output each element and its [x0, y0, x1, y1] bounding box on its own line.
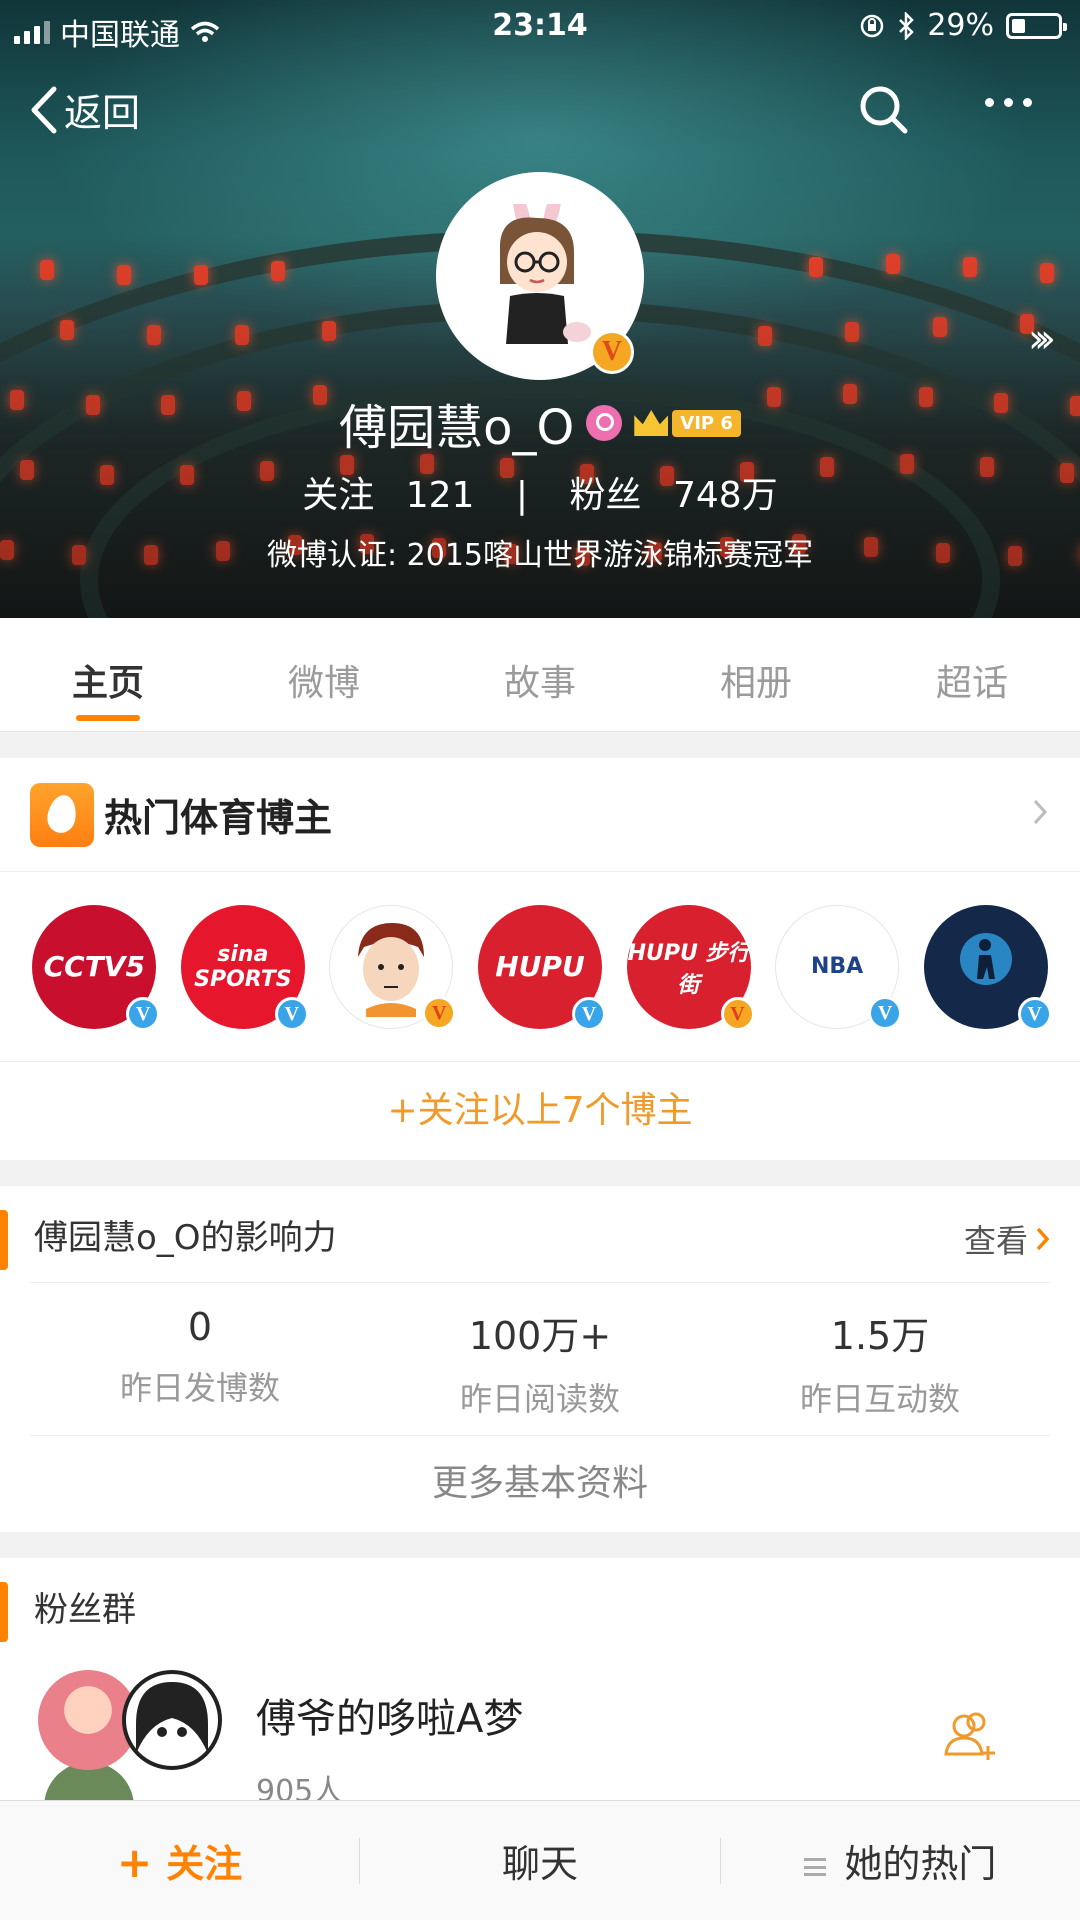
verified-gold-badge: V — [422, 995, 457, 1030]
nav-bar: 返回 — [0, 70, 1080, 150]
plus-icon: + — [117, 1838, 153, 1887]
certification-text: 微博认证: 2015喀山世界游泳锦标赛冠军 — [267, 538, 813, 573]
chevron-right-icon — [1033, 799, 1048, 825]
influence-stats: 0 昨日发博数 100万+ 昨日阅读数 1.5万 昨日互动数 — [30, 1282, 1050, 1436]
stat-label: 昨日阅读数 — [459, 1380, 620, 1418]
verified-blue-badge: V — [274, 996, 309, 1031]
vip-level: VIP 6 — [672, 409, 741, 437]
stat-label: 昨日发博数 — [119, 1369, 280, 1407]
her-hot-button[interactable]: 她的热门 — [721, 1833, 1080, 1888]
blogger-avatar[interactable]: NBA V — [775, 904, 903, 1030]
tab-super-topic[interactable]: 超话 — [864, 618, 1080, 731]
chevron-right-icon — [1036, 1227, 1050, 1251]
blogger-logo-text: HUPU 步行街 — [627, 940, 750, 998]
fans-group-row[interactable]: 傅爷的哆啦A梦 905人 — [0, 1670, 1080, 1852]
status-bar: 中国联通 23:14 29% — [0, 0, 1080, 56]
blogger-avatars: CCTV5 Vsina SPORTS V V HUPU V HUPU 步行街 V NBA V V — [0, 872, 1080, 1062]
profile-tabs: 主页 微博 故事 相册 超话 — [0, 618, 1080, 732]
group-name: 傅爷的哆啦A梦 — [256, 1696, 524, 1742]
verified-blue-badge: V — [126, 996, 161, 1031]
blogger-avatar[interactable]: CCTV5 V — [32, 904, 161, 1031]
search-icon[interactable] — [858, 84, 910, 136]
hot-bloggers-card: 热门体育博主 CCTV5 Vsina SPORTS V V HUPU V HUPU 步行街 V… — [0, 758, 1080, 1160]
rotation-lock-icon — [861, 14, 884, 37]
following-link[interactable]: 关注 121 — [292, 475, 484, 516]
stat-value: 1.5万 — [830, 1314, 930, 1358]
fans-link[interactable]: 粉丝 748万 — [560, 475, 788, 516]
more-info-button[interactable]: 更多基本资料 — [0, 1436, 1080, 1532]
follow-all-button[interactable]: +关注以上7个博主 — [0, 1062, 1080, 1160]
view-label: 查看 — [963, 1222, 1028, 1260]
stat-posts-yesterday: 0 昨日发博数 — [30, 1283, 370, 1435]
hero-more-arrows-icon[interactable]: ››› — [1028, 316, 1056, 362]
vip-badge[interactable]: VIP 6 — [634, 409, 741, 437]
bluetooth-icon — [899, 11, 915, 40]
female-icon — [586, 405, 623, 441]
join-group-icon[interactable] — [942, 1710, 998, 1762]
follow-stats: 关注 121 | 粉丝 748万 — [0, 466, 1080, 518]
follow-button[interactable]: + 关注 — [0, 1833, 359, 1888]
stat-value: 100万+ — [468, 1314, 612, 1358]
following-count: 121 — [405, 475, 475, 516]
battery-percent: 29% — [927, 8, 994, 43]
stat-value: 0 — [187, 1305, 213, 1349]
tab-home[interactable]: 主页 — [0, 618, 216, 731]
tab-albums[interactable]: 相册 — [648, 618, 864, 731]
blogger-avatar[interactable]: sina SPORTS V — [180, 904, 309, 1031]
blogger-avatar[interactable]: V — [923, 904, 1052, 1031]
chevron-left-icon — [31, 86, 57, 133]
profile-name: 傅园慧o_O — [339, 400, 575, 456]
blogger-avatar[interactable]: HUPU 步行街 V — [626, 904, 755, 1031]
tab-weibo[interactable]: 微博 — [216, 618, 432, 731]
verified-gold-badge: V — [590, 330, 634, 374]
profile-header: 中国联通 23:14 29% 返回 V ››› 傅园慧o_O VIP 6 关注 … — [0, 0, 1080, 618]
menu-icon — [804, 1857, 827, 1876]
following-label: 关注 — [302, 475, 375, 516]
follow-label: 关注 — [166, 1842, 243, 1886]
influence-title: 傅园慧o_O的影响力 — [34, 1217, 337, 1258]
blogger-logo-text: HUPU — [495, 950, 585, 983]
blogger-logo-text: sina SPORTS — [194, 941, 292, 992]
back-label: 返回 — [64, 91, 141, 135]
stat-label: 昨日互动数 — [799, 1380, 960, 1418]
profile-name-row: 傅园慧o_O VIP 6 — [0, 388, 1080, 458]
back-button[interactable]: 返回 — [28, 82, 140, 137]
blogger-avatar[interactable]: HUPU V — [477, 904, 606, 1031]
chat-button[interactable]: 聊天 — [360, 1833, 719, 1888]
bottom-action-bar: + 关注 聊天 她的热门 — [0, 1800, 1080, 1920]
stat-reads-yesterday: 100万+ 昨日阅读数 — [370, 1283, 710, 1435]
blogger-logo-text: CCTV5 — [43, 950, 145, 983]
fire-icon — [30, 782, 94, 847]
verified-gold-badge: V — [720, 996, 755, 1031]
hot-bloggers-title: 热门体育博主 — [104, 796, 333, 840]
more-options-icon[interactable] — [985, 98, 1032, 107]
group-avatar — [122, 1670, 222, 1770]
crown-icon — [634, 410, 669, 436]
avatar-illustration — [500, 204, 591, 344]
fans-label: 粉丝 — [569, 475, 642, 516]
influence-header: 傅园慧o_O的影响力 查看 — [0, 1186, 1080, 1282]
blogger-avatar[interactable]: V — [329, 904, 457, 1030]
verified-blue-badge: V — [571, 996, 606, 1031]
view-influence-link[interactable]: 查看 — [964, 1216, 1050, 1262]
stat-interactions-yesterday: 1.5万 昨日互动数 — [710, 1283, 1050, 1435]
influence-card: 傅园慧o_O的影响力 查看 0 昨日发博数 100万+ 昨日阅读数 1.5万 昨… — [0, 1186, 1080, 1532]
fans-group-header: 粉丝群 — [0, 1558, 1080, 1654]
blogger-logo-text: NBA — [810, 954, 864, 979]
basketball-player-icon — [959, 932, 1012, 985]
cartoon-face-icon — [358, 922, 425, 1017]
tab-stories[interactable]: 故事 — [432, 618, 648, 731]
fans-count: 748万 — [672, 475, 778, 516]
stats-separator: | — [515, 475, 529, 516]
her-hot-label: 她的热门 — [844, 1842, 997, 1886]
chat-label: 聊天 — [501, 1842, 578, 1886]
fans-group-title: 粉丝群 — [34, 1589, 136, 1630]
hot-bloggers-header[interactable]: 热门体育博主 — [0, 758, 1080, 872]
battery-icon — [1006, 12, 1067, 39]
verified-blue-badge: V — [1017, 996, 1052, 1031]
verified-blue-badge: V — [868, 995, 903, 1030]
